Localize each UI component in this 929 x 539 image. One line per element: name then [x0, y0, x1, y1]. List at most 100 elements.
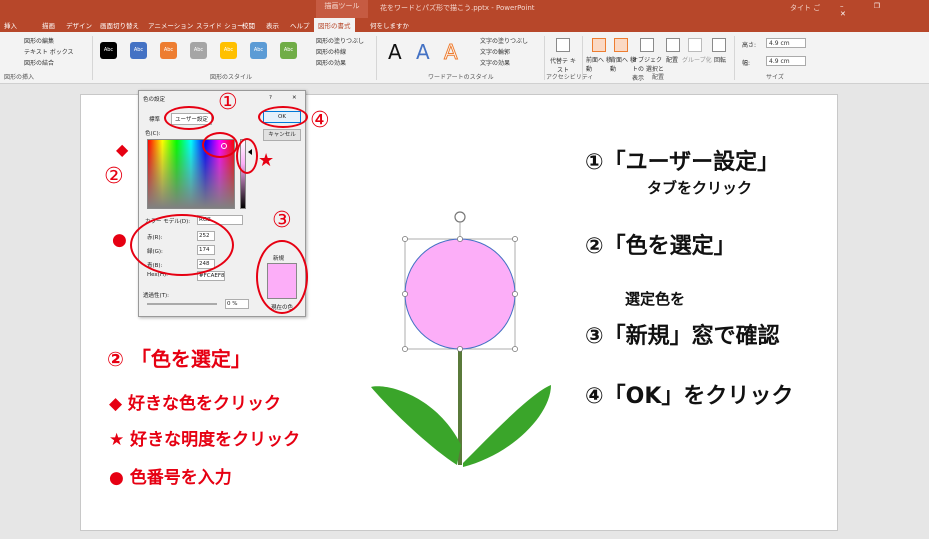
circle-marker: ●: [112, 230, 127, 250]
tab-design[interactable]: デザイン: [66, 20, 92, 30]
group-label-insert: 図形の挿入: [4, 74, 35, 81]
annotation-ring-custom-tab: [164, 106, 214, 130]
alt-text-icon[interactable]: [556, 38, 570, 52]
window-title: 花をワードとパズ形で描こう.pptx - PowerPoint: [380, 4, 535, 12]
group-label-arrange: 配置: [652, 74, 665, 81]
cancel-button[interactable]: キャンセル: [263, 129, 301, 141]
transparency-slider[interactable]: [147, 303, 217, 305]
tab-animations[interactable]: アニメーション: [148, 20, 193, 30]
wordart-style-3[interactable]: A: [444, 40, 459, 65]
tab-help[interactable]: ヘルプ: [290, 20, 310, 30]
height-label: 高さ:: [742, 42, 757, 49]
red-star-instruction: ★ 好きな明度をクリック: [109, 430, 301, 450]
ribbon-divider: [92, 36, 93, 80]
transparency-input[interactable]: 0 %: [225, 299, 249, 309]
title-bar: 描画ツール 花をワードとパズ形で描こう.pptx - PowerPoint タイ…: [0, 0, 929, 18]
style-swatch[interactable]: Abc: [190, 42, 207, 59]
group-label-styles: 図形のスタイル: [210, 74, 253, 81]
marker-two: ②: [104, 164, 124, 189]
style-swatch[interactable]: Abc: [130, 42, 147, 59]
height-input[interactable]: 4.9 cm: [766, 38, 806, 48]
style-swatch[interactable]: Abc: [100, 42, 117, 59]
step4-text: ④「OK」をクリック: [585, 384, 794, 409]
text-effects-button[interactable]: 文字の効果: [480, 58, 510, 67]
colors-label: 色(C):: [145, 131, 161, 137]
help-button[interactable]: ?: [269, 95, 272, 101]
tab-slideshow[interactable]: スライド ショー: [196, 20, 244, 30]
star-marker: ★: [258, 150, 275, 171]
tab-insert[interactable]: 挿入: [4, 20, 17, 30]
tab-draw[interactable]: 描画: [42, 20, 55, 30]
group-label-wordart: ワードアートのスタイル: [428, 74, 494, 81]
annotation-ring-ok: [258, 106, 308, 128]
red-diamond-instruction: ◆ 好きな色をクリック: [109, 394, 281, 414]
tab-view[interactable]: 表示: [266, 20, 279, 30]
right-leaf: [463, 385, 551, 467]
step3-text: ③「新規」窓で確認: [585, 324, 780, 349]
align-icon[interactable]: [666, 38, 680, 52]
rotate-button[interactable]: 回転: [714, 55, 726, 64]
align-button[interactable]: 配置: [666, 55, 678, 64]
ribbon-divider: [544, 36, 545, 80]
style-swatch[interactable]: Abc: [280, 42, 297, 59]
rotate-icon[interactable]: [712, 38, 726, 52]
tab-shape-format[interactable]: 図形の書式: [314, 18, 355, 32]
textbox-button[interactable]: テキスト ボックス: [24, 47, 74, 56]
rotate-handle[interactable]: [454, 211, 466, 223]
close-icon[interactable]: ✕: [292, 95, 297, 101]
context-label: 描画ツール: [316, 0, 368, 18]
text-outline-button[interactable]: 文字の輪郭: [480, 47, 510, 56]
ribbon-divider: [376, 36, 377, 80]
wordart-style-2[interactable]: A: [416, 40, 430, 64]
marker-one: ①: [218, 90, 238, 115]
annotation-ring-rgb: [130, 214, 234, 276]
ribbon-tabs: 挿入 描画 デザイン 画面切り替え アニメーション スライド ショー 校閲 表示…: [0, 18, 929, 32]
ribbon-divider: [734, 36, 735, 80]
group-button[interactable]: グループ化: [682, 55, 712, 64]
send-backward-icon[interactable]: [614, 38, 628, 52]
shape-fill-button[interactable]: 図形の塗りつぶし: [316, 36, 364, 45]
style-swatch[interactable]: Abc: [250, 42, 267, 59]
tab-standard[interactable]: 標準: [149, 115, 160, 123]
shape-outline-button[interactable]: 図形の枠線: [316, 47, 346, 56]
tab-review[interactable]: 校閲: [242, 20, 255, 30]
powerpoint-window: 描画ツール 花をワードとパズ形で描こう.pptx - PowerPoint タイ…: [0, 0, 929, 539]
flower-petal-circle[interactable]: [404, 238, 516, 350]
red-step2-heading: ② 「色を選定」: [107, 347, 251, 371]
annotation-ring-luminance: [236, 138, 258, 174]
step1-text: ①「ユーザー設定」: [585, 150, 780, 175]
dialog-title: 色の設定: [143, 97, 166, 103]
width-input[interactable]: 4.9 cm: [766, 56, 806, 66]
diamond-marker: ◆: [116, 140, 129, 159]
tab-transitions[interactable]: 画面切り替え: [100, 20, 139, 30]
ribbon-divider: [582, 36, 583, 80]
width-label: 幅:: [742, 60, 751, 67]
merge-shapes-button[interactable]: 図形の結合: [24, 58, 54, 67]
user-name[interactable]: タイト ご: [790, 3, 820, 13]
group-label-size: サイズ: [766, 74, 784, 81]
group-icon[interactable]: [688, 38, 702, 52]
left-leaf: [371, 386, 461, 465]
step3-pretext: 選定色を: [625, 290, 686, 308]
red-circle-instruction: ● 色番号を入力: [109, 468, 232, 488]
window-controls[interactable]: – ❐ ✕: [840, 2, 929, 18]
style-swatch[interactable]: Abc: [160, 42, 177, 59]
step2-text: ②「色を選定」: [585, 234, 736, 259]
annotation-ring-spectrum: [202, 132, 238, 158]
group-label-accessibility: アクセシビリティ: [546, 74, 594, 81]
marker-four: ④: [310, 108, 330, 133]
tell-me-search[interactable]: 何をしますか: [370, 20, 409, 30]
marker-three: ③: [272, 208, 292, 233]
step1-subtext: タブをクリック: [647, 179, 753, 197]
shape-effects-button[interactable]: 図形の効果: [316, 58, 346, 67]
selection-pane-icon[interactable]: [640, 38, 654, 52]
style-swatch[interactable]: Abc: [220, 42, 237, 59]
ribbon: 図形の編集 テキスト ボックス 図形の結合 図形の挿入 Abc Abc Abc Abc…: [0, 32, 929, 84]
text-fill-button[interactable]: 文字の塗りつぶし: [480, 36, 528, 45]
wordart-style-1[interactable]: A: [388, 40, 402, 64]
annotation-ring-new: [256, 240, 308, 314]
bring-forward-icon[interactable]: [592, 38, 606, 52]
edit-shape-button[interactable]: 図形の編集: [24, 36, 54, 45]
bring-forward-button[interactable]: 前面へ 移動: [586, 55, 612, 73]
transparency-label: 透過性(T):: [143, 293, 170, 299]
